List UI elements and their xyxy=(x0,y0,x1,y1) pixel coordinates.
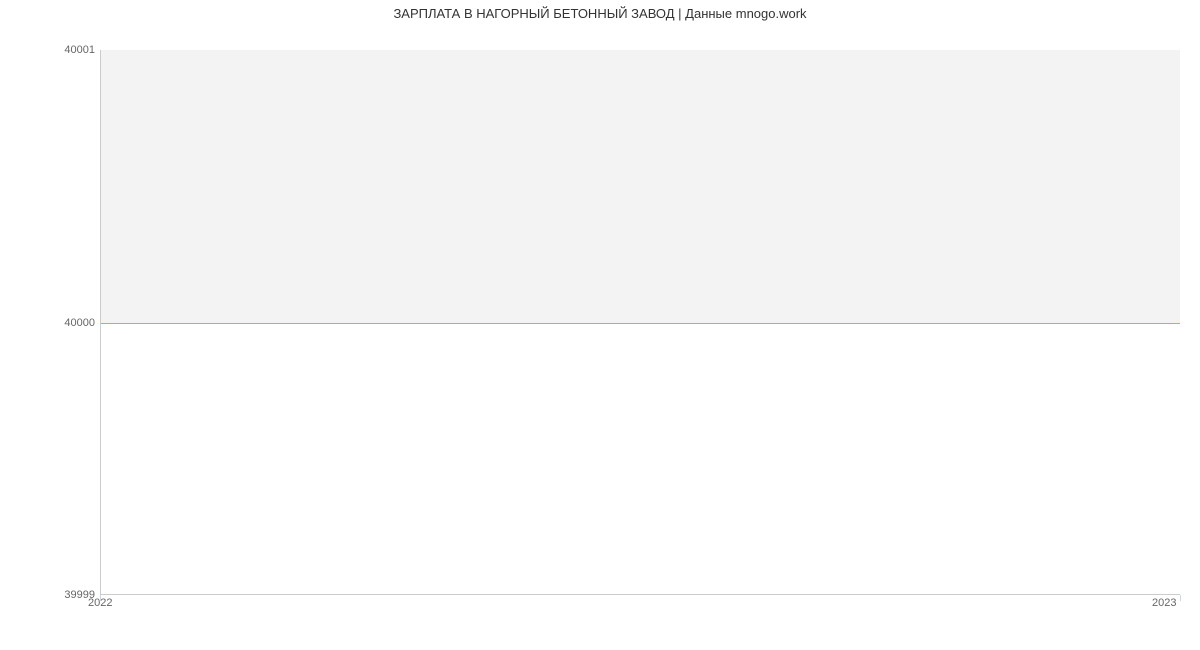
y-tick-label: 40001 xyxy=(5,44,95,56)
chart-root: ЗАРПЛАТА В НАГОРНЫЙ БЕТОННЫЙ ЗАВОД | Дан… xyxy=(0,0,1200,650)
x-tick-label: 2022 xyxy=(88,597,112,609)
x-tick-mark xyxy=(1180,595,1181,601)
x-axis xyxy=(100,594,1180,595)
chart-title: ЗАРПЛАТА В НАГОРНЫЙ БЕТОННЫЙ ЗАВОД | Дан… xyxy=(0,6,1200,21)
plot-area xyxy=(100,50,1180,595)
y-axis xyxy=(100,50,101,595)
plot-band-upper xyxy=(100,50,1180,323)
y-tick-label: 39999 xyxy=(5,589,95,601)
data-line xyxy=(100,323,1180,324)
x-tick-label: 2023 xyxy=(1152,597,1176,609)
y-tick-label: 40000 xyxy=(5,317,95,329)
plot-band-lower xyxy=(100,323,1180,596)
